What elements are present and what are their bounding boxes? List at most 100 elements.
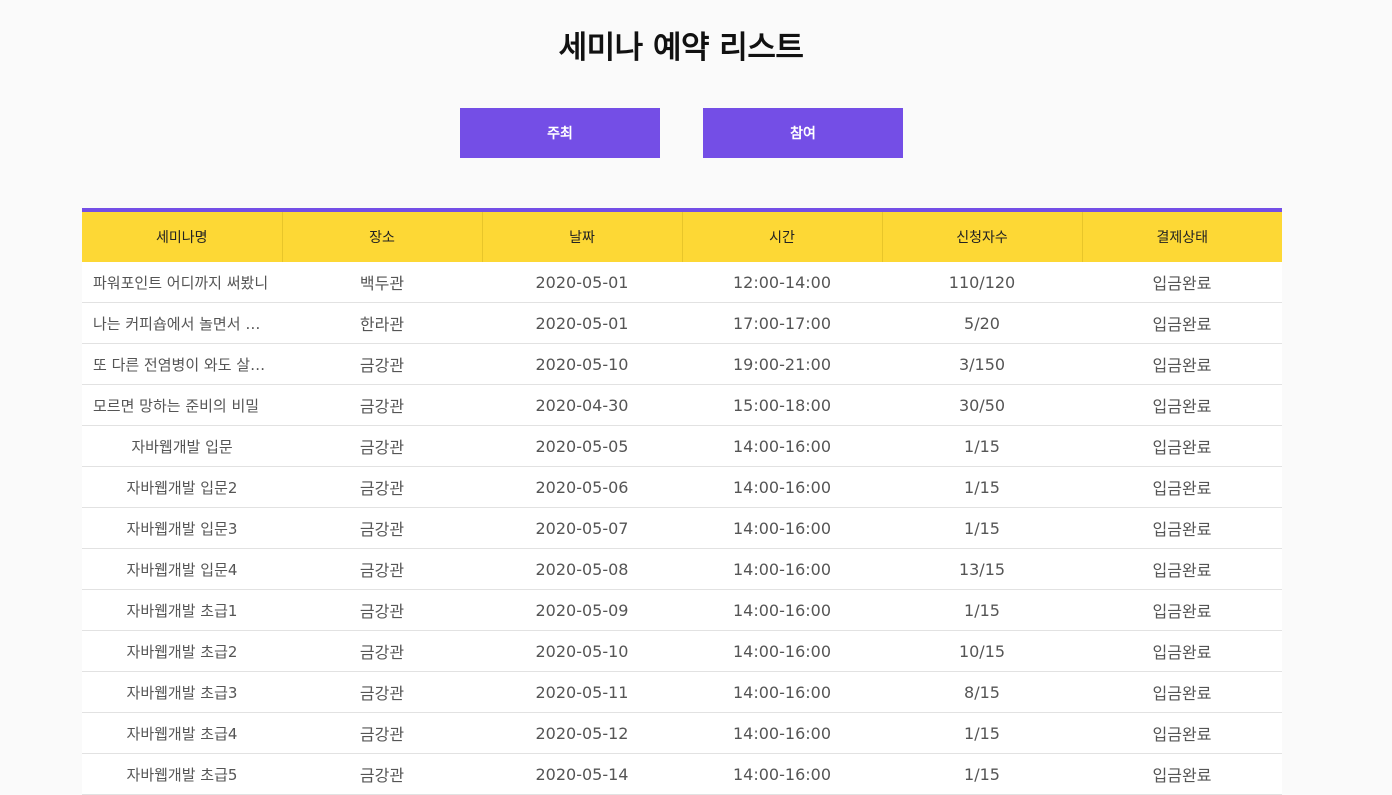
- seminar-name-cell: 또 다른 전염병이 와도 살아남기: [82, 343, 282, 385]
- seminar-name-cell: 자바웹개발 입문: [82, 425, 282, 467]
- table-row[interactable]: 또 다른 전염병이 와도 살아남기 금강관 2020-05-10 19:00-21:0…: [82, 343, 1282, 385]
- date-cell: 2020-05-01: [482, 302, 682, 344]
- payment-status-cell: 입금완료: [1082, 262, 1282, 303]
- table-row[interactable]: 모르면 망하는 준비의 비밀 금강관 2020-04-30 15:00-18:00 30…: [82, 384, 1282, 426]
- applicants-cell: 1/15: [882, 712, 1082, 754]
- place-cell: 금강관: [282, 753, 482, 795]
- time-cell: 14:00-16:00: [682, 589, 882, 631]
- seminar-name-cell: 자바웹개발 초급2: [82, 630, 282, 672]
- time-cell: 14:00-16:00: [682, 671, 882, 713]
- date-cell: 2020-05-14: [482, 753, 682, 795]
- date-cell: 2020-05-10: [482, 343, 682, 385]
- place-cell: 백두관: [282, 262, 482, 303]
- column-header-place: 장소: [282, 210, 483, 262]
- date-cell: 2020-05-07: [482, 507, 682, 549]
- table-row[interactable]: 자바웹개발 초급5 금강관 2020-05-14 14:00-16:00 1/15 입금완…: [82, 753, 1282, 795]
- time-cell: 17:00-17:00: [682, 302, 882, 344]
- place-cell: 금강관: [282, 507, 482, 549]
- payment-status-cell: 입금완료: [1082, 548, 1282, 590]
- payment-status-cell: 입금완료: [1082, 630, 1282, 672]
- payment-status-cell: 입금완료: [1082, 425, 1282, 467]
- date-cell: 2020-05-08: [482, 548, 682, 590]
- table-row[interactable]: 자바웹개발 입문2 금강관 2020-05-06 14:00-16:00 1/15 입금완…: [82, 466, 1282, 508]
- applicants-cell: 1/15: [882, 425, 1082, 467]
- place-cell: 금강관: [282, 589, 482, 631]
- place-cell: 금강관: [282, 466, 482, 508]
- table-row[interactable]: 자바웹개발 입문3 금강관 2020-05-07 14:00-16:00 1/15 입금완…: [82, 507, 1282, 549]
- time-cell: 14:00-16:00: [682, 548, 882, 590]
- table-header-row: 세미나명 장소 날짜 시간 신청자수 결제상태: [82, 210, 1282, 262]
- applicants-cell: 10/15: [882, 630, 1082, 672]
- payment-status-cell: 입금완료: [1082, 507, 1282, 549]
- column-header-applicants: 신청자수: [882, 210, 1083, 262]
- table-row[interactable]: 자바웹개발 초급3 금강관 2020-05-11 14:00-16:00 8/15 입금완…: [82, 671, 1282, 713]
- host-tab-button[interactable]: 주최: [460, 108, 660, 158]
- column-header-time: 시간: [682, 210, 883, 262]
- seminar-name-cell: 자바웹개발 초급1: [82, 589, 282, 631]
- seminar-name-cell: 자바웹개발 초급3: [82, 671, 282, 713]
- seminar-name-cell: 파워포인트 어디까지 써봤니: [82, 262, 282, 303]
- page-title: 세미나 예약 리스트: [558, 30, 804, 66]
- place-cell: 금강관: [282, 548, 482, 590]
- table-row[interactable]: 자바웹개발 초급1 금강관 2020-05-09 14:00-16:00 1/15 입금완…: [82, 589, 1282, 631]
- time-cell: 14:00-16:00: [682, 466, 882, 508]
- seminar-name-cell: 나는 커피숍에서 놀면서 돈번다: [82, 302, 282, 344]
- place-cell: 한라관: [282, 302, 482, 344]
- date-cell: 2020-05-09: [482, 589, 682, 631]
- time-cell: 14:00-16:00: [682, 753, 882, 795]
- payment-status-cell: 입금완료: [1082, 384, 1282, 426]
- date-cell: 2020-05-10: [482, 630, 682, 672]
- table-row[interactable]: 자바웹개발 초급4 금강관 2020-05-12 14:00-16:00 1/15 입금완…: [82, 712, 1282, 754]
- date-cell: 2020-05-11: [482, 671, 682, 713]
- date-cell: 2020-05-12: [482, 712, 682, 754]
- table-row[interactable]: 자바웹개발 입문 금강관 2020-05-05 14:00-16:00 1/15 입금완료: [82, 425, 1282, 467]
- page: 세미나 예약 리스트 주최 참여 세미나명 장소 날짜 시간 신청자수 결제상태…: [0, 0, 1392, 795]
- applicants-cell: 1/15: [882, 589, 1082, 631]
- table-row[interactable]: 자바웹개발 입문4 금강관 2020-05-08 14:00-16:00 13/15 입금…: [82, 548, 1282, 590]
- applicants-cell: 5/20: [882, 302, 1082, 344]
- seminar-name-cell: 자바웹개발 초급5: [82, 753, 282, 795]
- time-cell: 14:00-16:00: [682, 630, 882, 672]
- applicants-cell: 1/15: [882, 753, 1082, 795]
- seminar-name-cell: 모르면 망하는 준비의 비밀: [82, 384, 282, 426]
- payment-status-cell: 입금완료: [1082, 671, 1282, 713]
- column-header-seminar-name: 세미나명: [82, 210, 283, 262]
- seminar-name-cell: 자바웹개발 입문4: [82, 548, 282, 590]
- applicants-cell: 110/120: [882, 262, 1082, 303]
- seminar-name-cell: 자바웹개발 초급4: [82, 712, 282, 754]
- applicants-cell: 13/15: [882, 548, 1082, 590]
- applicants-cell: 1/15: [882, 507, 1082, 549]
- place-cell: 금강관: [282, 630, 482, 672]
- seminar-name-cell: 자바웹개발 입문3: [82, 507, 282, 549]
- time-cell: 14:00-16:00: [682, 507, 882, 549]
- applicants-cell: 1/15: [882, 466, 1082, 508]
- seminar-list-table: 세미나명 장소 날짜 시간 신청자수 결제상태 파워포인트 어디까지 써봤니 백두…: [82, 208, 1282, 795]
- place-cell: 금강관: [282, 384, 482, 426]
- payment-status-cell: 입금완료: [1082, 753, 1282, 795]
- date-cell: 2020-05-01: [482, 262, 682, 303]
- applicants-cell: 30/50: [882, 384, 1082, 426]
- place-cell: 금강관: [282, 343, 482, 385]
- time-cell: 15:00-18:00: [682, 384, 882, 426]
- date-cell: 2020-04-30: [482, 384, 682, 426]
- time-cell: 14:00-16:00: [682, 425, 882, 467]
- column-header-date: 날짜: [482, 210, 683, 262]
- seminar-name-cell: 자바웹개발 입문2: [82, 466, 282, 508]
- time-cell: 14:00-16:00: [682, 712, 882, 754]
- column-header-payment-status: 결제상태: [1082, 210, 1282, 262]
- place-cell: 금강관: [282, 425, 482, 467]
- time-cell: 12:00-14:00: [682, 262, 882, 303]
- payment-status-cell: 입금완료: [1082, 302, 1282, 344]
- join-tab-button[interactable]: 참여: [703, 108, 903, 158]
- place-cell: 금강관: [282, 671, 482, 713]
- table-row[interactable]: 자바웹개발 초급2 금강관 2020-05-10 14:00-16:00 10/15 입금…: [82, 630, 1282, 672]
- place-cell: 금강관: [282, 712, 482, 754]
- time-cell: 19:00-21:00: [682, 343, 882, 385]
- table-row[interactable]: 나는 커피숍에서 놀면서 돈번다 한라관 2020-05-01 17:00-17:00…: [82, 302, 1282, 344]
- table-body: 파워포인트 어디까지 써봤니 백두관 2020-05-01 12:00-14:00 11…: [82, 262, 1282, 795]
- applicants-cell: 3/150: [882, 343, 1082, 385]
- table-row[interactable]: 파워포인트 어디까지 써봤니 백두관 2020-05-01 12:00-14:00 11…: [82, 262, 1282, 303]
- applicants-cell: 8/15: [882, 671, 1082, 713]
- payment-status-cell: 입금완료: [1082, 466, 1282, 508]
- payment-status-cell: 입금완료: [1082, 589, 1282, 631]
